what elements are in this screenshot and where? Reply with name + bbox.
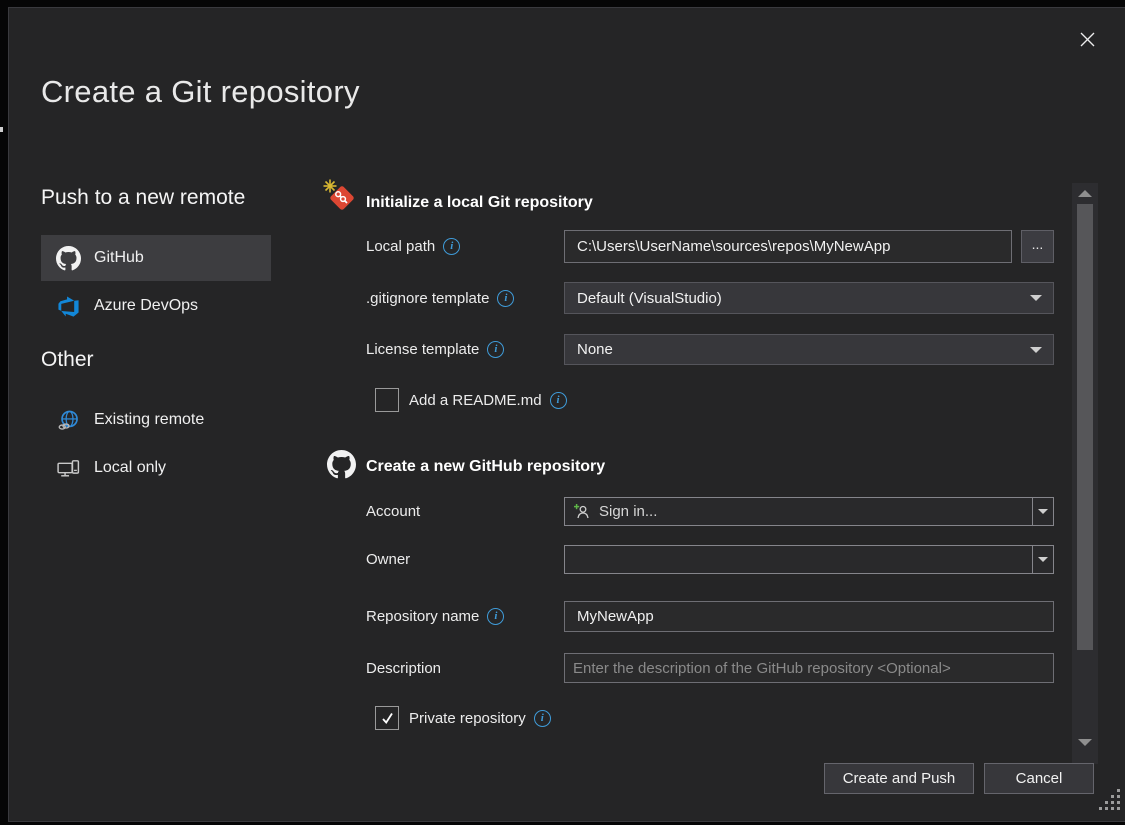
license-value: None [577, 341, 613, 358]
owner-label: Owner [366, 551, 410, 568]
account-value: Sign in... [599, 503, 657, 520]
sidebar-item-local-only[interactable]: Local only [41, 448, 271, 488]
gitignore-value: Default (VisualStudio) [577, 290, 722, 307]
resize-grip-icon [1096, 786, 1122, 812]
local-path-label: Local path [366, 238, 435, 255]
init-section-heading: Initialize a local Git repository [366, 194, 593, 212]
owner-row: Owner [366, 545, 1054, 574]
repository-name-row: Repository name i [366, 601, 1054, 632]
create-git-repo-dialog: Create a Git repository Push to a new re… [8, 7, 1125, 822]
owner-combo[interactable] [564, 545, 1054, 574]
sidebar-item-label: Local only [94, 459, 166, 477]
local-machine-icon [55, 456, 81, 481]
chevron-down-icon [1030, 347, 1042, 353]
sidebar-item-azure-devops[interactable]: Azure DevOps [41, 286, 271, 326]
account-row: Account Sign in... [366, 497, 1054, 526]
repository-name-label: Repository name [366, 608, 479, 625]
git-new-icon [322, 178, 360, 218]
info-icon[interactable]: i [550, 392, 567, 409]
local-path-row: Local path i ... [366, 230, 1054, 263]
private-checkbox[interactable] [375, 706, 399, 730]
chevron-down-icon [1038, 557, 1048, 562]
sidebar-item-label: Azure DevOps [94, 297, 198, 315]
license-row: License template i None [366, 334, 1054, 365]
screen: Create a Git repository Push to a new re… [0, 0, 1125, 825]
combo-caret-button[interactable] [1032, 546, 1053, 573]
github-icon [55, 246, 81, 271]
description-row: Description [366, 653, 1054, 683]
license-dropdown[interactable]: None [564, 334, 1054, 365]
github-section-heading: Create a new GitHub repository [366, 458, 605, 476]
info-icon[interactable]: i [497, 290, 514, 307]
info-icon[interactable]: i [487, 341, 504, 358]
repository-name-input[interactable] [564, 601, 1054, 632]
github-icon [327, 450, 356, 479]
push-remote-heading: Push to a new remote [41, 186, 245, 210]
cancel-button[interactable]: Cancel [984, 763, 1094, 794]
description-input[interactable] [564, 653, 1054, 683]
gitignore-row: .gitignore template i Default (VisualStu… [366, 282, 1054, 314]
info-icon[interactable]: i [534, 710, 551, 727]
license-label: License template [366, 341, 479, 358]
scrollbar-thumb[interactable] [1077, 204, 1093, 650]
private-repo-row: Private repository i [375, 706, 551, 730]
resize-grip[interactable] [1096, 786, 1122, 817]
sidebar-item-existing-remote[interactable]: Existing remote [41, 400, 271, 440]
close-button[interactable] [1071, 23, 1103, 55]
azure-devops-icon [55, 295, 81, 318]
account-label: Account [366, 503, 420, 520]
page-title: Create a Git repository [41, 74, 360, 110]
sidebar-item-label: Existing remote [94, 411, 204, 429]
close-icon [1079, 31, 1096, 48]
description-label: Description [366, 660, 441, 677]
sidebar-item-github[interactable]: GitHub [41, 235, 271, 281]
gitignore-label: .gitignore template [366, 290, 489, 307]
private-repo-label: Private repository [409, 710, 526, 727]
chevron-down-icon [1038, 509, 1048, 514]
combo-caret-button[interactable] [1032, 498, 1053, 525]
account-combo[interactable]: Sign in... [564, 497, 1054, 526]
chevron-down-icon [1030, 295, 1042, 301]
info-icon[interactable]: i [443, 238, 460, 255]
other-heading: Other [41, 348, 94, 372]
scrollbar-down-arrow[interactable] [1078, 739, 1092, 746]
readme-checkbox[interactable] [375, 388, 399, 412]
local-path-input[interactable] [564, 230, 1012, 263]
scrollbar-up-arrow[interactable] [1078, 190, 1092, 197]
check-icon [380, 711, 395, 726]
gitignore-dropdown[interactable]: Default (VisualStudio) [564, 282, 1054, 314]
readme-label: Add a README.md [409, 392, 542, 409]
create-and-push-button[interactable]: Create and Push [824, 763, 974, 794]
sidebar-item-label: GitHub [94, 249, 144, 267]
add-user-icon [573, 503, 591, 521]
window-edge-mark [0, 127, 3, 132]
info-icon[interactable]: i [487, 608, 504, 625]
browse-button[interactable]: ... [1021, 230, 1054, 263]
globe-link-icon [55, 408, 81, 433]
readme-row: Add a README.md i [375, 388, 567, 412]
